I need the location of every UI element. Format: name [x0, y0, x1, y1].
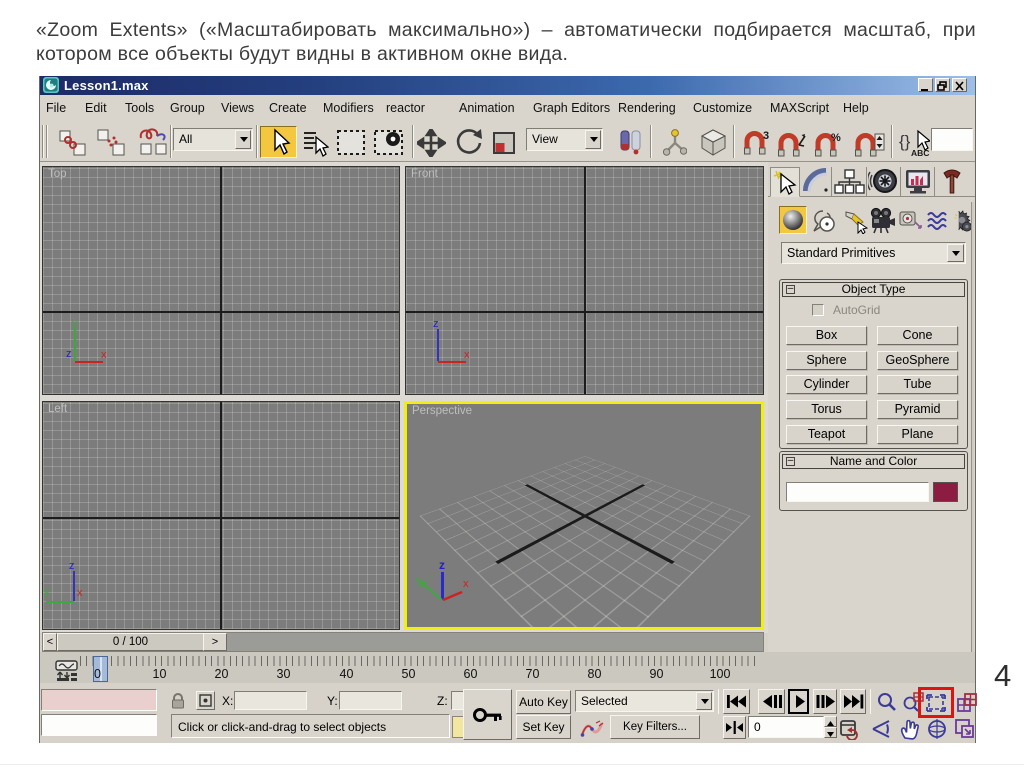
- svg-text:z: z: [66, 348, 72, 360]
- svg-text:x: x: [463, 578, 469, 590]
- svg-text:3: 3: [763, 130, 769, 142]
- svg-text:z: z: [69, 560, 75, 572]
- svg-text:y: y: [72, 318, 78, 330]
- svg-text:z: z: [433, 318, 439, 330]
- svg-text:x: x: [101, 349, 107, 361]
- svg-text:z: z: [439, 559, 445, 572]
- svg-text:x: x: [77, 587, 83, 599]
- svg-text:{}: {}: [899, 132, 911, 151]
- svg-text:%: %: [831, 132, 841, 144]
- svg-text:x: x: [464, 349, 470, 361]
- svg-text:y: y: [44, 586, 50, 598]
